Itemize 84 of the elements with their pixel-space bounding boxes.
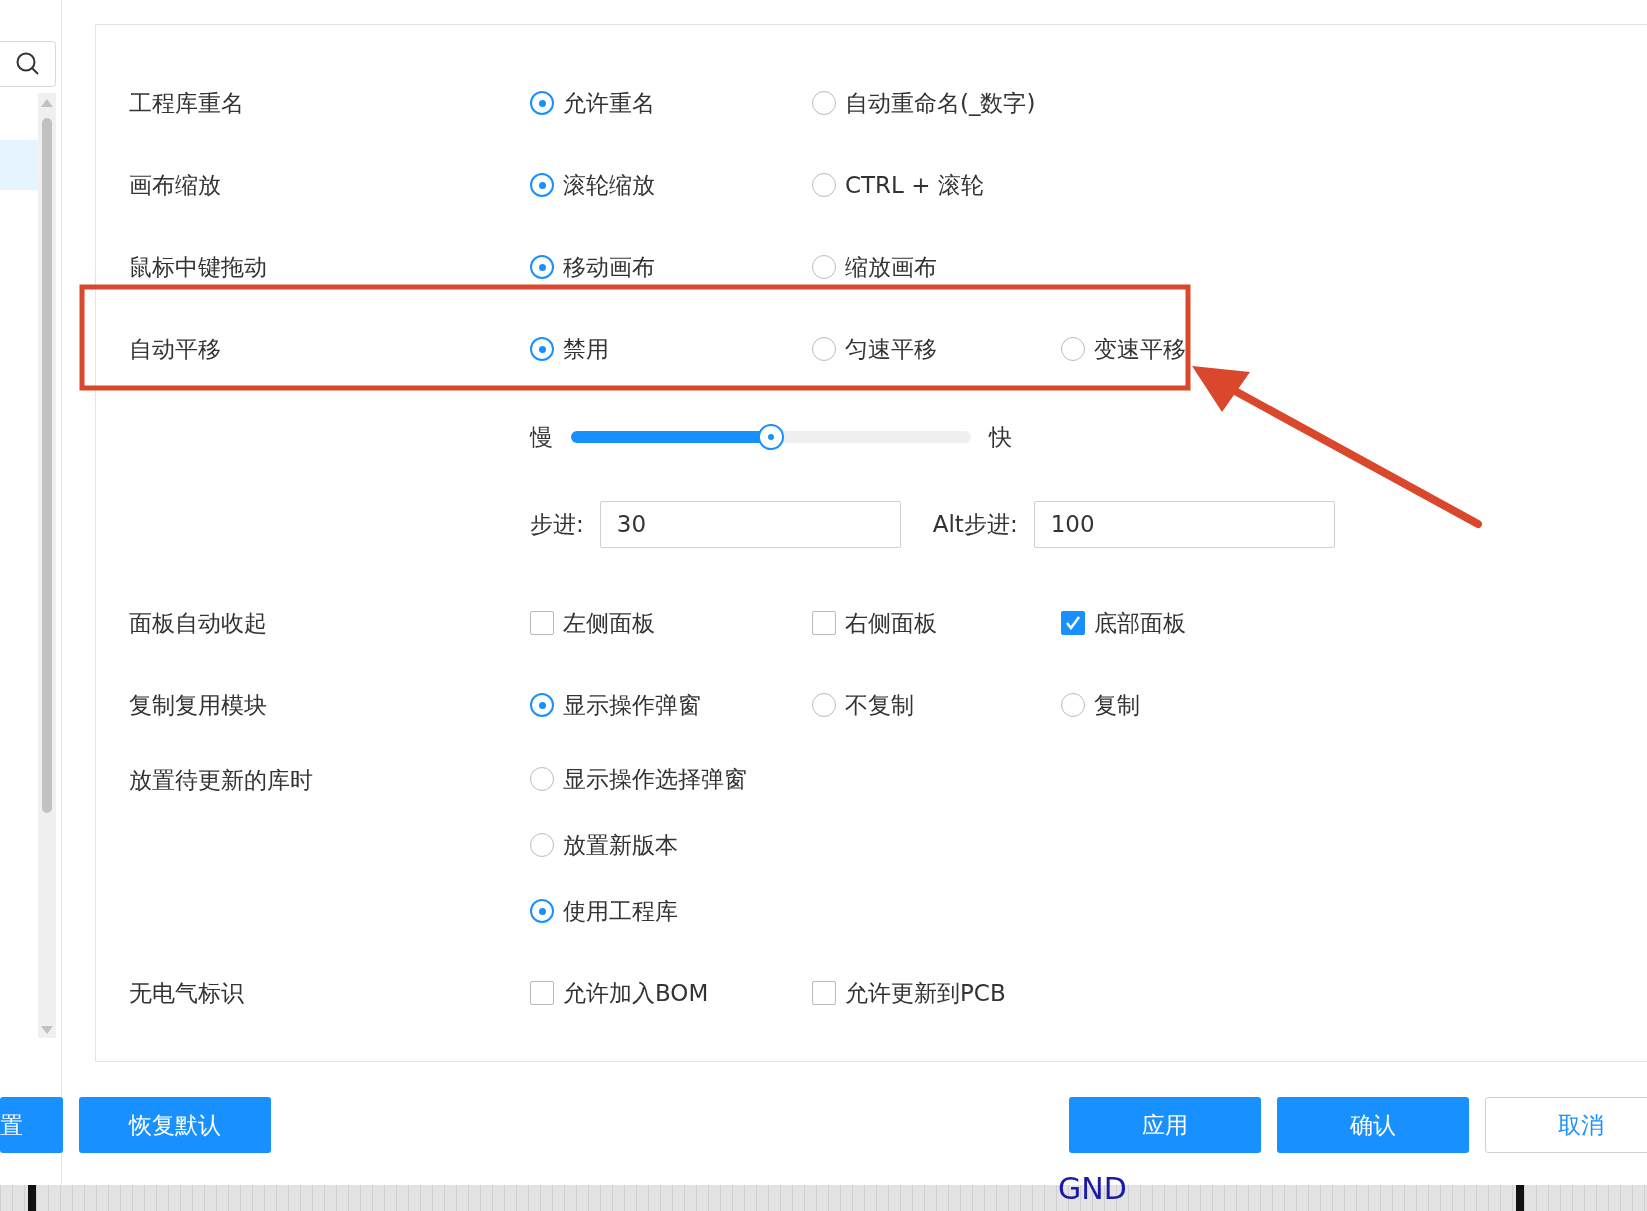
setting-label: 无电气标识	[129, 979, 244, 1006]
search-button[interactable]	[0, 41, 56, 87]
checkbox[interactable]	[530, 611, 554, 635]
option-label: 禁用	[563, 334, 609, 364]
check-icon	[1065, 616, 1081, 630]
radio-button[interactable]	[1061, 337, 1085, 361]
option-label: 复制	[1094, 690, 1140, 720]
checkbox-option[interactable]: 右侧面板	[812, 607, 1061, 639]
radio-button[interactable]	[1061, 693, 1085, 717]
checkbox-option[interactable]: 底部面板	[1061, 607, 1186, 639]
option-label: 不复制	[845, 690, 914, 720]
radio-button[interactable]	[530, 693, 554, 717]
setting-label: 画布缩放	[129, 171, 221, 198]
radio-button[interactable]	[530, 899, 554, 923]
setting-label: 复制复用模块	[129, 691, 267, 718]
radio-button[interactable]	[530, 255, 554, 279]
option-label: 匀速平移	[845, 334, 937, 364]
radio-option[interactable]: 不复制	[812, 689, 1061, 721]
setting-label: 面板自动收起	[129, 609, 267, 636]
radio-button[interactable]	[812, 91, 836, 115]
setting-label: 鼠标中键拖动	[129, 253, 267, 280]
checkbox-option[interactable]: 左侧面板	[530, 607, 812, 639]
radio-option[interactable]: CTRL + 滚轮	[812, 169, 1061, 201]
scrollbar-thumb[interactable]	[42, 118, 52, 813]
option-label: 显示操作选择弹窗	[563, 764, 747, 794]
radio-option[interactable]: 变速平移	[1061, 333, 1186, 365]
radio-button[interactable]	[530, 91, 554, 115]
sidebar-item[interactable]	[0, 140, 38, 190]
input-field[interactable]: 30	[599, 500, 901, 548]
radio-option[interactable]: 自动重命名(_数字)	[812, 87, 1061, 119]
slider-thumb[interactable]	[758, 424, 784, 450]
option-label: 使用工程库	[563, 896, 678, 926]
checkbox[interactable]	[812, 611, 836, 635]
radio-button[interactable]	[812, 255, 836, 279]
option-label: 允许加入BOM	[563, 978, 709, 1008]
option-label: 滚轮缩放	[563, 170, 655, 200]
option-label: 显示操作弹窗	[563, 690, 701, 720]
radio-option[interactable]: 允许重名	[530, 87, 812, 119]
option-label: 允许更新到PCB	[845, 978, 1006, 1008]
radio-button[interactable]	[812, 693, 836, 717]
radio-button[interactable]	[812, 173, 836, 197]
radio-button[interactable]	[812, 337, 836, 361]
option-label: 右侧面板	[845, 608, 937, 638]
checkbox[interactable]	[530, 981, 554, 1005]
field-label: Alt步进:	[932, 509, 1018, 539]
option-label: 放置新版本	[563, 830, 678, 860]
option-label: 缩放画布	[845, 252, 937, 282]
option-label: 允许重名	[563, 88, 655, 118]
option-label: 自动重命名(_数字)	[845, 88, 1036, 118]
scroll-up-icon	[41, 99, 53, 107]
scrollbar[interactable]	[38, 93, 56, 1038]
radio-option[interactable]: 匀速平移	[812, 333, 1061, 365]
checkbox-option[interactable]: 允许加入BOM	[530, 977, 812, 1009]
input-field[interactable]: 100	[1033, 500, 1335, 548]
radio-option[interactable]: 复制	[1061, 689, 1140, 721]
checkbox[interactable]	[812, 981, 836, 1005]
setting-label: 放置待更新的库时	[129, 767, 313, 793]
radio-option[interactable]: 放置新版本	[530, 812, 747, 878]
checkbox[interactable]	[1061, 611, 1085, 635]
option-label: 底部面板	[1094, 608, 1186, 638]
radio-option[interactable]: 显示操作弹窗	[530, 689, 812, 721]
radio-button[interactable]	[530, 173, 554, 197]
option-label: 左侧面板	[563, 608, 655, 638]
net-label: GND	[1058, 1171, 1127, 1207]
fast-label: 快	[989, 422, 1012, 452]
option-label: 变速平移	[1094, 334, 1186, 364]
radio-button[interactable]	[530, 833, 554, 857]
setting-label: 自动平移	[129, 335, 221, 362]
radio-option[interactable]: 禁用	[530, 333, 812, 365]
option-label: 移动画布	[563, 252, 655, 282]
radio-option[interactable]: 使用工程库	[530, 878, 747, 944]
field-label: 步进:	[530, 509, 584, 539]
radio-button[interactable]	[530, 767, 554, 791]
radio-option[interactable]: 显示操作选择弹窗	[530, 746, 747, 812]
slow-label: 慢	[530, 422, 553, 452]
radio-option[interactable]: 缩放画布	[812, 251, 1061, 283]
radio-option[interactable]: 移动画布	[530, 251, 812, 283]
setting-label: 工程库重名	[129, 89, 244, 116]
scroll-down-icon	[41, 1026, 53, 1034]
option-label: CTRL + 滚轮	[845, 170, 984, 200]
radio-option[interactable]: 滚轮缩放	[530, 169, 812, 201]
search-icon	[14, 51, 41, 77]
radio-button[interactable]	[530, 337, 554, 361]
checkbox-option[interactable]: 允许更新到PCB	[812, 977, 1061, 1009]
